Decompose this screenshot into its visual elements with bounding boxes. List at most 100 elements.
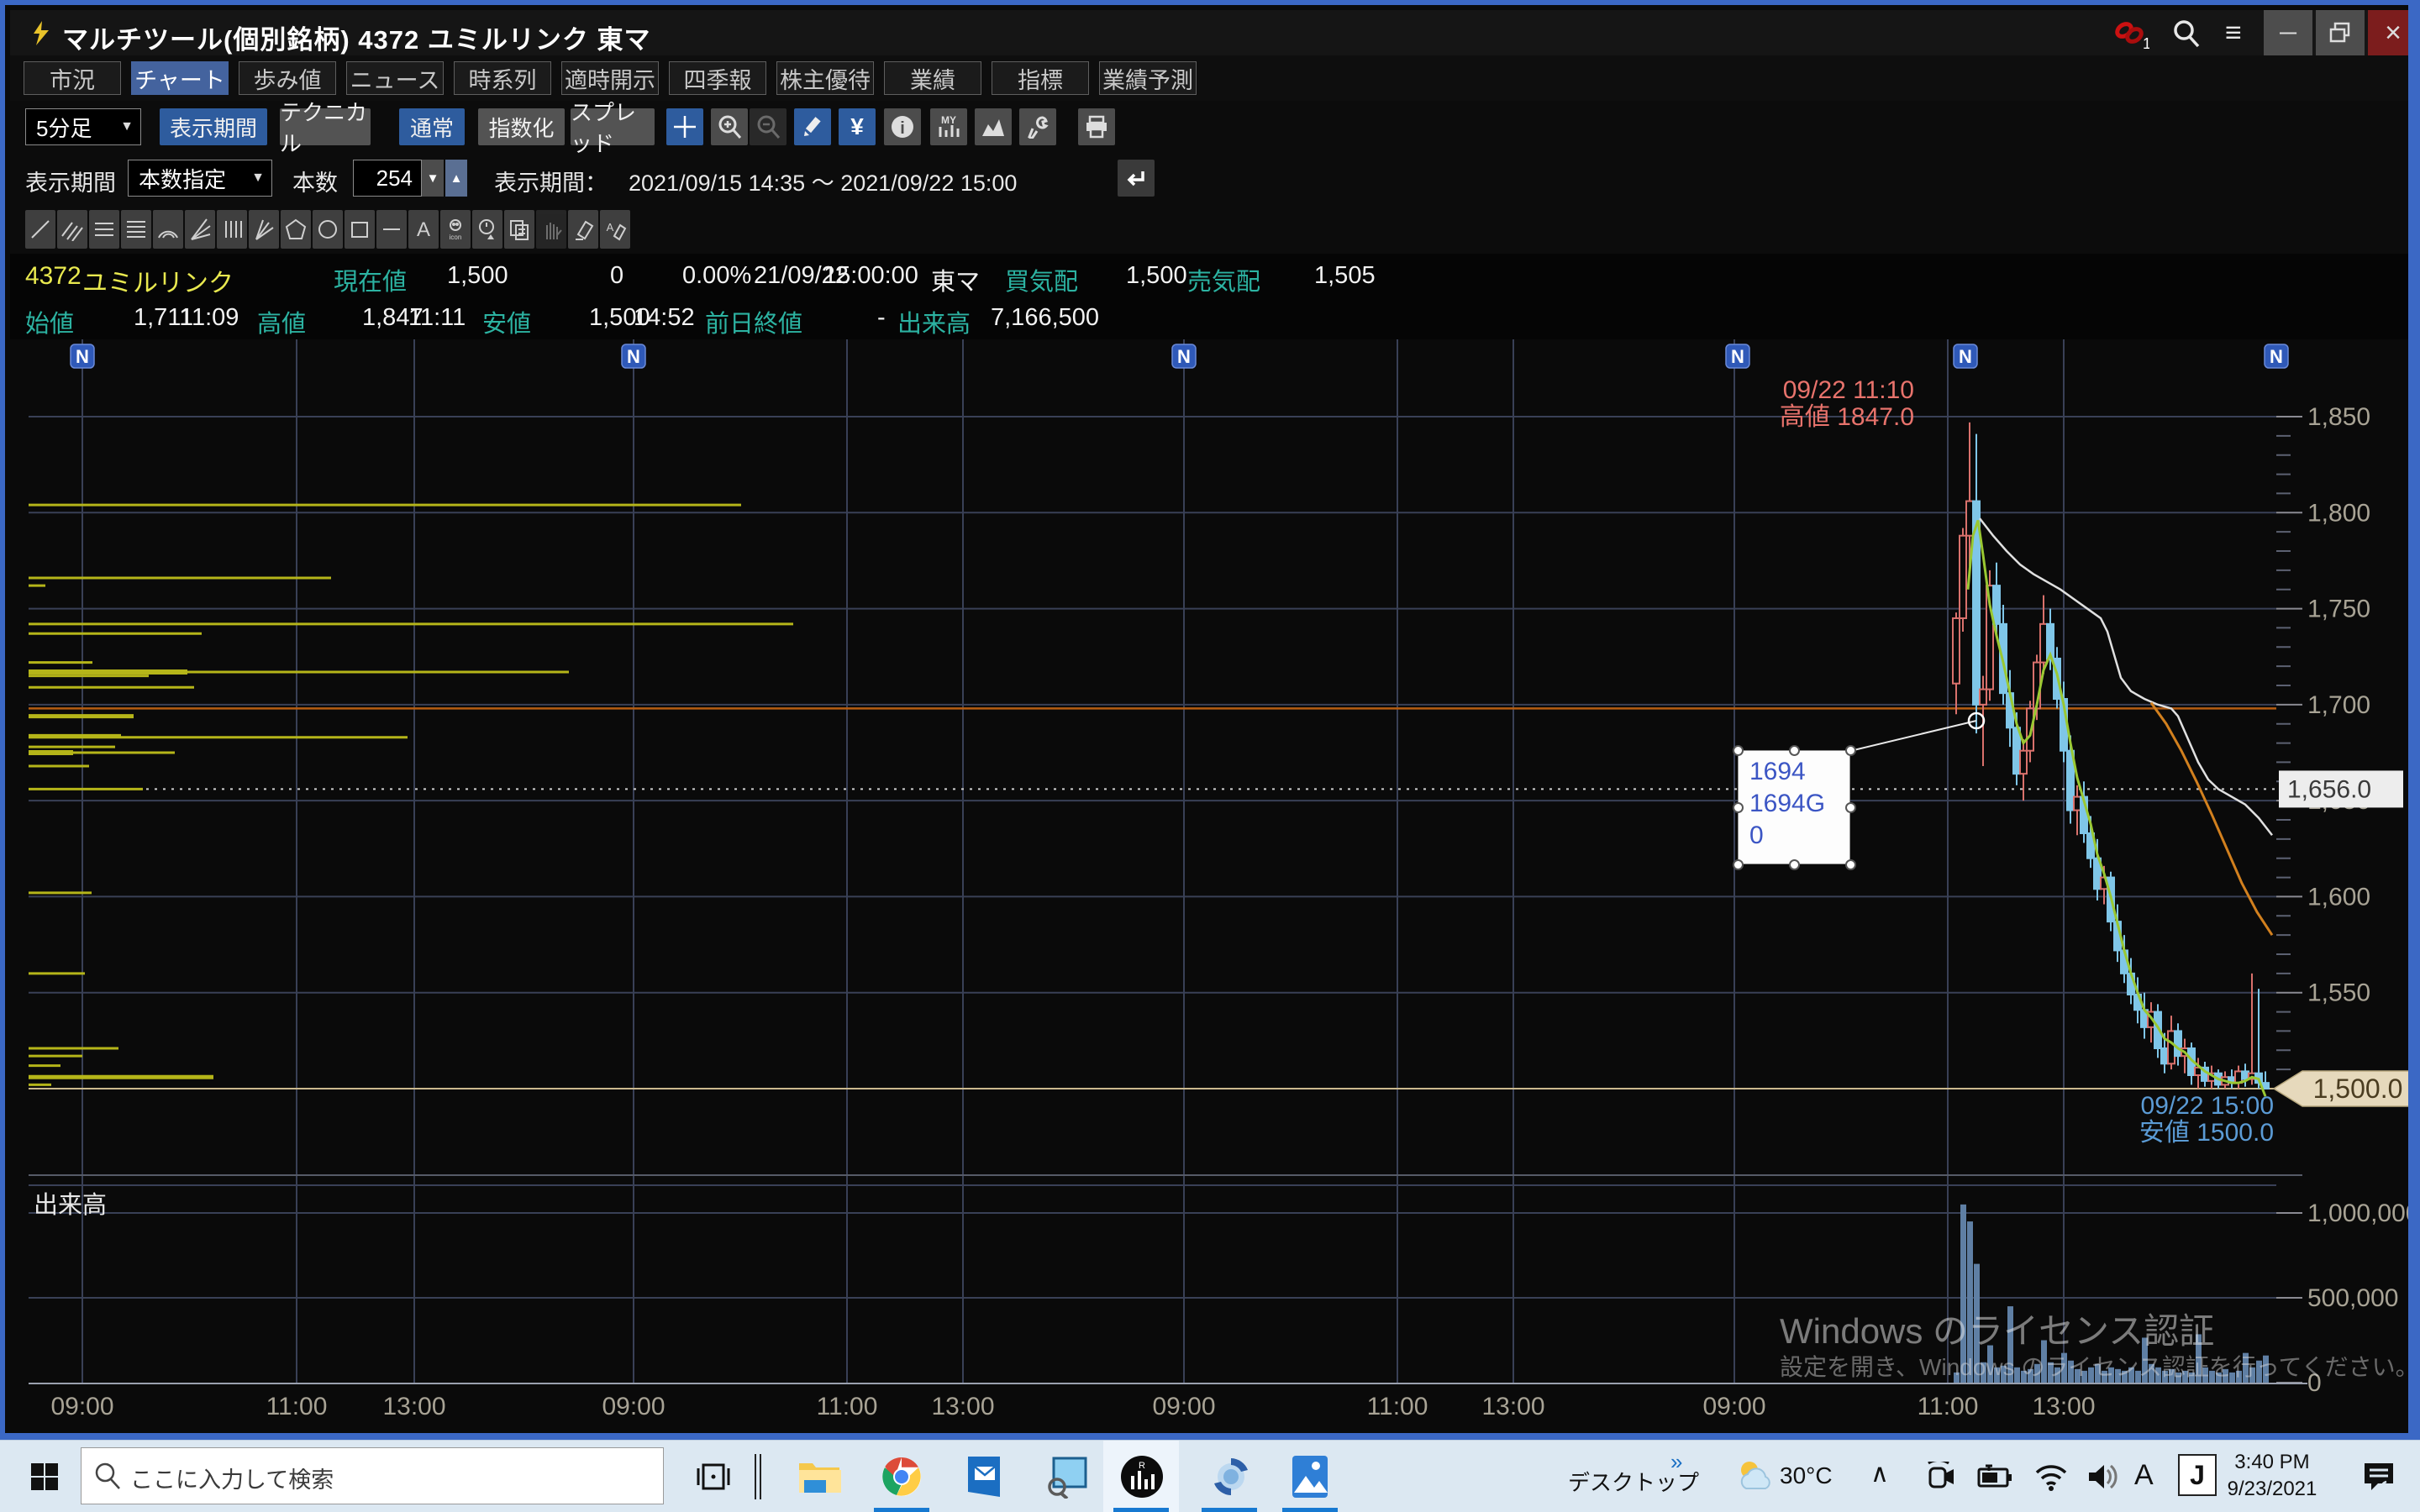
screen: マルチツール(個別銘柄) 4372 ユミルリンク 東マ 1 ≡ ─ × 市況チャ… (0, 0, 2420, 1512)
candle (2020, 751, 2027, 774)
meet-now-icon[interactable] (1914, 1451, 1966, 1503)
sync-app-icon[interactable] (1205, 1451, 1257, 1503)
svg-text:N: N (1731, 346, 1744, 367)
selection-handle[interactable] (1733, 802, 1744, 813)
svg-text:高値 1847.0: 高値 1847.0 (1780, 403, 1914, 431)
window-right-border (2408, 5, 2420, 1445)
svg-text:13:00: 13:00 (931, 1393, 994, 1420)
svg-text:1,750: 1,750 (2307, 596, 2370, 623)
file-explorer-icon[interactable] (793, 1451, 845, 1503)
svg-text:1,800: 1,800 (2307, 499, 2370, 527)
svg-text:11:00: 11:00 (266, 1393, 328, 1420)
svg-text:09:00: 09:00 (602, 1393, 665, 1420)
svg-text:1,000,000: 1,000,000 (2307, 1200, 2419, 1227)
photos-app-icon[interactable] (1284, 1451, 1336, 1503)
temperature-label[interactable]: 30°C (1780, 1462, 1833, 1489)
candle (1953, 618, 1960, 684)
trading-app-window: マルチツール(個別銘柄) 4372 ユミルリンク 東マ 1 ≡ ─ × 市況チャ… (0, 0, 2420, 1440)
candle (2168, 1031, 2175, 1063)
taskbar-search-input[interactable]: ここに入力して検索 (81, 1447, 664, 1504)
volume-icon[interactable] (2077, 1451, 2129, 1503)
wifi-icon[interactable] (2025, 1451, 2077, 1503)
callout-line-3: 0 (1749, 822, 1764, 850)
running-indicator (1282, 1508, 1338, 1512)
chrome-icon[interactable] (876, 1451, 928, 1503)
svg-text:500,000: 500,000 (2307, 1284, 2398, 1312)
candle (2074, 797, 2081, 811)
callout-line-2: 1694G (1749, 790, 1825, 818)
svg-text:N: N (2270, 346, 2283, 367)
candle (2161, 1048, 2168, 1063)
svg-text:N: N (1959, 346, 1972, 367)
svg-text:1,500.0: 1,500.0 (2313, 1074, 2403, 1104)
candle (2040, 624, 2047, 663)
selection-handle[interactable] (1845, 745, 1856, 756)
callout-line-1: 1694 (1749, 758, 1806, 786)
mail-app-icon[interactable] (958, 1451, 1010, 1503)
svg-text:09:00: 09:00 (1152, 1393, 1215, 1420)
svg-text:出来高: 出来高 (34, 1191, 107, 1219)
selection-handle[interactable] (1845, 859, 1856, 870)
ime-letter-indicator[interactable]: A (2134, 1459, 2154, 1492)
taskbar-separator (755, 1454, 756, 1499)
chart-canvas[interactable]: 1,8501,8001,7501,7001,6501,6001,5501,500… (5, 5, 2420, 1445)
candle (2175, 1031, 2181, 1056)
svg-text:13:00: 13:00 (1481, 1393, 1544, 1420)
candle (2013, 727, 2020, 774)
snip-tool-icon[interactable] (1041, 1451, 1093, 1503)
desktop-label[interactable]: デスクトップ (1568, 1466, 1699, 1497)
candle (1993, 585, 2000, 624)
start-button[interactable] (18, 1451, 71, 1503)
running-indicator (874, 1508, 929, 1512)
battery-icon[interactable] (1970, 1451, 2022, 1503)
windows-taskbar: ここに入力して検索 R » デス (0, 1440, 2420, 1512)
candle (2242, 1071, 2249, 1079)
svg-text:13:00: 13:00 (382, 1393, 445, 1420)
svg-text:1,700: 1,700 (2307, 691, 2370, 719)
candle (1980, 690, 1986, 705)
action-center-icon[interactable] (2353, 1451, 2405, 1503)
running-indicator-active (1113, 1508, 1169, 1512)
selection-handle[interactable] (1733, 859, 1744, 870)
svg-text:09:00: 09:00 (1702, 1393, 1765, 1420)
svg-text:11:00: 11:00 (1367, 1393, 1428, 1420)
candle (1960, 536, 1966, 618)
svg-text:1,600: 1,600 (2307, 883, 2370, 911)
selection-handle[interactable] (1789, 745, 1800, 756)
ma-line (2151, 703, 2272, 936)
svg-text:09/22 15:00: 09/22 15:00 (2141, 1092, 2274, 1120)
drawing-callout-box[interactable]: 1694 1694G 0 (1738, 750, 1850, 864)
weather-icon[interactable] (1729, 1451, 1781, 1503)
selection-handle[interactable] (1845, 802, 1856, 813)
tray-chevron-up-icon[interactable]: ∧ (1870, 1459, 1889, 1488)
taskbar-clock[interactable]: 3:40 PM 9/23/2021 (2223, 1449, 2322, 1503)
selection-handle[interactable] (1789, 859, 1800, 870)
trading-app-icon[interactable]: R (1116, 1451, 1168, 1503)
svg-text:11:00: 11:00 (1918, 1393, 1979, 1420)
windows-activation-watermark-sub: 設定を開き、Windows のライセンス認証を行ってください。 (1780, 1349, 2419, 1383)
svg-text:1,550: 1,550 (2307, 979, 2370, 1007)
ma-line (1968, 520, 2265, 1096)
svg-text:R: R (1139, 1461, 1145, 1471)
svg-text:安値 1500.0: 安値 1500.0 (2139, 1119, 2274, 1147)
clock-time: 3:40 PM (2223, 1449, 2322, 1476)
running-indicator (1202, 1508, 1257, 1512)
svg-text:13:00: 13:00 (2032, 1393, 2095, 1420)
task-view-button[interactable] (687, 1451, 739, 1503)
windows-activation-watermark: Windows のライセンス認証 (1780, 1303, 2214, 1354)
ime-mode-indicator[interactable]: J (2178, 1454, 2217, 1496)
svg-text:09:00: 09:00 (50, 1393, 113, 1420)
candle (1966, 501, 1973, 536)
svg-text:N: N (76, 346, 89, 367)
search-icon (93, 1462, 122, 1490)
svg-text:N: N (627, 346, 640, 367)
svg-text:09/22 11:10: 09/22 11:10 (1783, 376, 1914, 404)
svg-text:N: N (1177, 346, 1191, 367)
taskbar-separator (760, 1454, 761, 1499)
svg-text:11:00: 11:00 (817, 1393, 878, 1420)
svg-text:1,850: 1,850 (2307, 403, 2370, 431)
search-placeholder: ここに入力して検索 (130, 1462, 334, 1494)
selection-handle[interactable] (1733, 745, 1744, 756)
clock-date: 9/23/2021 (2223, 1476, 2322, 1503)
svg-text:1,656.0: 1,656.0 (2287, 775, 2371, 803)
